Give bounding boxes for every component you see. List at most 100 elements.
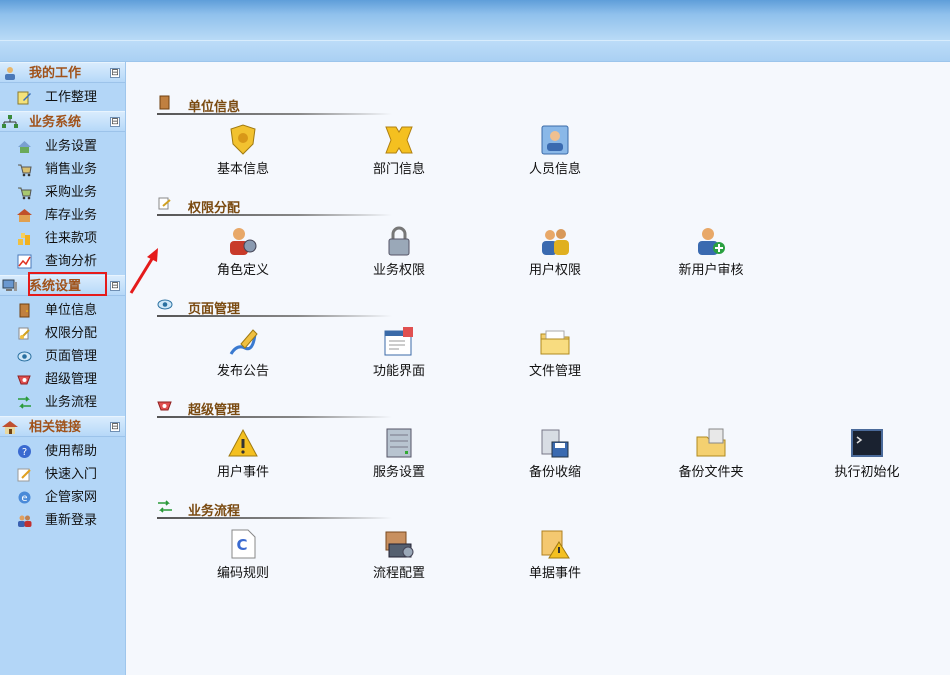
sidebar-item-work-organize[interactable]: 工作整理 (0, 86, 125, 109)
sidebar-item-help[interactable]: ? 使用帮助 (0, 440, 125, 463)
main-content: 单位信息 基本信息 部门信息 人员信息 权限分配 角色定义 业务权限 用户权限 … (127, 62, 950, 675)
tile-label: 单据事件 (528, 566, 581, 581)
tile-publish-notice[interactable]: 发布公告 (183, 318, 303, 384)
tile-backup-folder[interactable]: 备份文件夹 (651, 419, 771, 485)
computer-icon (2, 279, 17, 291)
tile-service-settings[interactable]: 服务设置 (339, 419, 459, 485)
sidebar-group-title: 我的工作 (29, 66, 82, 81)
flow-arrows-icon (18, 396, 31, 409)
sidebar-item-unit-info[interactable]: 单位信息 (0, 299, 125, 322)
sidebar-item-label: 页面管理 (45, 349, 98, 364)
section-divider (157, 416, 392, 418)
sidebar-item-label: 业务设置 (45, 139, 98, 154)
sidebar-item-purchase[interactable]: 采购业务 (0, 181, 125, 204)
chart-icon (17, 254, 32, 269)
highlight-box (28, 272, 107, 296)
tile-label: 业务权限 (372, 263, 425, 278)
tile-new-user-review[interactable]: 新用户审核 (651, 217, 771, 283)
shield-tool-icon (157, 401, 172, 411)
warning-icon (228, 428, 258, 457)
sidebar-item-query-analysis[interactable]: 查询分析 (0, 250, 125, 273)
tile-label: 功能界面 (372, 364, 425, 379)
sidebar-item-website[interactable]: e 企管家网 (0, 486, 125, 509)
sidebar-item-label: 重新登录 (45, 513, 98, 528)
sidebar-item-label: 销售业务 (45, 162, 98, 177)
tile-function-ui[interactable]: 功能界面 (339, 318, 459, 384)
browser-icon: e (18, 491, 31, 504)
cart-icon (18, 164, 32, 177)
house-icon (18, 141, 31, 153)
section-unit-info: 单位信息 基本信息 部门信息 人员信息 (157, 94, 717, 177)
folder-icon (696, 428, 726, 457)
sidebar-item-page-management[interactable]: 页面管理 (0, 345, 125, 368)
sidebar-group-business-system[interactable]: 业务系统 ⊟ (0, 111, 125, 132)
tile-staff-info[interactable]: 人员信息 (495, 116, 615, 182)
collapse-icon[interactable]: ⊟ (110, 68, 120, 78)
sidebar-item-sales[interactable]: 销售业务 (0, 158, 125, 181)
tile-label: 部门信息 (372, 162, 425, 177)
tile-backup-shrink[interactable]: 备份收缩 (495, 419, 615, 485)
tile-business-permissions[interactable]: 业务权限 (339, 217, 459, 283)
tile-department-info[interactable]: 部门信息 (339, 116, 459, 182)
user-icon (5, 67, 15, 80)
tile-label: 文件管理 (528, 364, 581, 379)
users-icon (18, 515, 32, 527)
sidebar-item-inventory[interactable]: 库存业务 (0, 204, 125, 227)
tile-file-management[interactable]: 文件管理 (495, 318, 615, 384)
tile-label: 编码规则 (216, 566, 269, 581)
section-page-management: 页面管理 发布公告 功能界面 文件管理 (157, 296, 717, 379)
sidebar-item-label: 超级管理 (45, 372, 98, 387)
key-doc-icon (18, 327, 30, 340)
tile-document-events[interactable]: 单据事件 (495, 520, 615, 586)
help-icon: ? (18, 445, 31, 458)
tile-label: 备份收缩 (528, 465, 581, 480)
sidebar-item-super-admin[interactable]: 超级管理 (0, 368, 125, 391)
sidebar: 我的工作 ⊟ 工作整理 业务系统 ⊟ 业务设置 销售业务 采购业务 库存业务 往… (0, 62, 126, 675)
svg-text:?: ? (22, 447, 27, 458)
tile-execute-init[interactable]: 执行初始化 (807, 419, 927, 485)
tile-basic-info[interactable]: 基本信息 (183, 116, 303, 182)
tile-label: 新用户审核 (678, 263, 744, 278)
eye-icon (17, 351, 32, 362)
sidebar-item-accounts[interactable]: 往来款项 (0, 227, 125, 250)
sidebar-item-relogin[interactable]: 重新登录 (0, 509, 125, 532)
sidebar-group-title: 业务系统 (29, 115, 82, 130)
tile-label: 执行初始化 (834, 465, 900, 480)
add-user-icon (698, 228, 725, 255)
section-workflow: 业务流程 C 编码规则 流程配置 单据事件 (157, 498, 717, 581)
sidebar-group-title: 相关链接 (29, 420, 82, 435)
sidebar-item-label: 工作整理 (45, 90, 98, 105)
sidebar-item-label: 往来款项 (45, 231, 98, 246)
sidebar-item-quick-start[interactable]: 快速入门 (0, 463, 125, 486)
section-divider (157, 214, 392, 216)
sidebar-item-label: 库存业务 (45, 208, 98, 223)
collapse-icon[interactable]: ⊟ (110, 281, 120, 291)
user-group-icon (542, 229, 569, 255)
section-divider (157, 315, 392, 317)
tile-label: 流程配置 (372, 566, 425, 581)
folder-icon (540, 330, 570, 355)
sidebar-group-related-links[interactable]: 相关链接 ⊟ (0, 416, 125, 437)
tile-label: 用户权限 (528, 263, 581, 278)
tile-user-events[interactable]: 用户事件 (183, 419, 303, 485)
sidebar-group-my-work[interactable]: 我的工作 ⊟ (0, 62, 125, 83)
puzzle-icon (385, 126, 413, 154)
collapse-icon[interactable]: ⊟ (110, 117, 120, 127)
tile-role-definition[interactable]: 角色定义 (183, 217, 303, 283)
tile-code-rules[interactable]: C 编码规则 (183, 520, 303, 586)
code-file-icon: C (231, 529, 256, 559)
sidebar-item-business-settings[interactable]: 业务设置 (0, 135, 125, 158)
sidebar-item-label: 使用帮助 (45, 444, 98, 459)
shield-badge-icon (230, 124, 256, 155)
top-banner (0, 0, 950, 40)
sidebar-item-workflow[interactable]: 业务流程 (0, 391, 125, 414)
id-card-icon (541, 125, 569, 155)
user-gear-icon (230, 228, 257, 255)
sidebar-item-permissions[interactable]: 权限分配 (0, 322, 125, 345)
tile-user-permissions[interactable]: 用户权限 (495, 217, 615, 283)
sidebar-item-label: 业务流程 (45, 395, 98, 410)
svg-text:e: e (21, 493, 27, 504)
collapse-icon[interactable]: ⊟ (110, 422, 120, 432)
tile-flow-config[interactable]: 流程配置 (339, 520, 459, 586)
database-save-icon (541, 429, 569, 458)
